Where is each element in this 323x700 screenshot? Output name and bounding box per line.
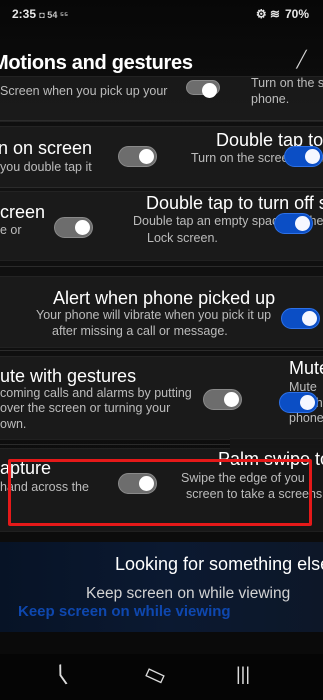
navigation-bar: ⟨ ▭ |||: [0, 654, 323, 700]
motions-gestures-screen: 2:35 ◘ 54 ⁵⁵ ⚙ ≋ 70% Motions and gesture…: [0, 0, 323, 700]
double-tap-off-toggle[interactable]: [274, 213, 313, 234]
status-bar: 2:35 ◘ 54 ⁵⁵ ⚙ ≋ 70%: [0, 0, 323, 28]
divider: [0, 120, 323, 121]
wake-up-toggle[interactable]: [186, 80, 220, 98]
double-tap-off-title[interactable]: Double tap to turn off sc: [146, 193, 323, 214]
suggestions-panel: Looking for something else Keep screen o…: [0, 542, 323, 632]
recents-nav-icon[interactable]: |||: [236, 662, 250, 686]
row-1-left-description: Screen when you pick up your: [0, 84, 168, 98]
pickup-alert-toggle[interactable]: [281, 308, 320, 329]
mute-gestures-toggle-ghost[interactable]: [203, 389, 242, 410]
highlight-box: [8, 459, 312, 526]
status-left: 2:35 ◘ 54 ⁵⁵: [12, 7, 68, 21]
divider: [0, 350, 323, 351]
pickup-alert-title[interactable]: Alert when phone picked up: [53, 288, 275, 309]
mute-gestures-right-description-line-3: phone face: [289, 411, 323, 425]
double-tap-on-left-title: n on screen: [0, 138, 93, 158]
mute-gestures-toggle[interactable]: [279, 392, 318, 413]
connectivity-icons: ⚙ ≋: [255, 7, 280, 21]
double-tap-on-toggle[interactable]: [284, 146, 323, 167]
double-tap-on-toggle-ghost[interactable]: [118, 146, 157, 167]
battery-level: 70%: [284, 7, 309, 21]
page-title: Motions and gestures: [0, 52, 193, 74]
mute-gestures-left-title: ute with gestures: [0, 366, 137, 386]
double-tap-off-left-description: e or: [0, 223, 22, 237]
row-1-right-description-line-2: phone.: [251, 92, 290, 106]
keep-screen-on-link[interactable]: Keep screen on while viewing: [18, 604, 231, 619]
pickup-alert-description-line-2: after missing a call or message.: [52, 324, 228, 338]
keep-screen-on-item[interactable]: Keep screen on while viewing: [86, 586, 290, 602]
double-tap-off-left-title: creen: [0, 202, 46, 222]
pickup-alert-description: Your phone will vibrate when you pick it…: [36, 308, 272, 322]
mute-gestures-left-description: coming calls and alarms by putting: [0, 386, 192, 400]
divider: [0, 187, 323, 188]
divider: [0, 266, 323, 267]
notification-icons: ◘ 54 ⁵⁵: [39, 10, 69, 20]
home-nav-icon[interactable]: ▭: [141, 658, 172, 691]
back-arrow-icon[interactable]: ⟋: [291, 46, 311, 75]
double-tap-on-left-description: you double tap it: [0, 160, 92, 174]
double-tap-off-description-line-2: Lock screen.: [147, 231, 218, 245]
row-1-right-description: Turn on the screen: [251, 76, 323, 90]
suggestions-title: Looking for something else: [115, 554, 323, 574]
mute-gestures-left-description-line-3: own.: [0, 417, 27, 431]
status-right: ⚙ ≋ 70%: [256, 7, 309, 21]
double-tap-off-toggle-ghost[interactable]: [54, 217, 93, 238]
mute-gestures-left-description-line-2: over the screen or turning your: [0, 401, 171, 415]
mute-gestures-right-title[interactable]: Mute: [289, 358, 323, 379]
back-nav-icon[interactable]: ⟨: [53, 660, 70, 688]
time-label: 2:35: [12, 7, 37, 21]
